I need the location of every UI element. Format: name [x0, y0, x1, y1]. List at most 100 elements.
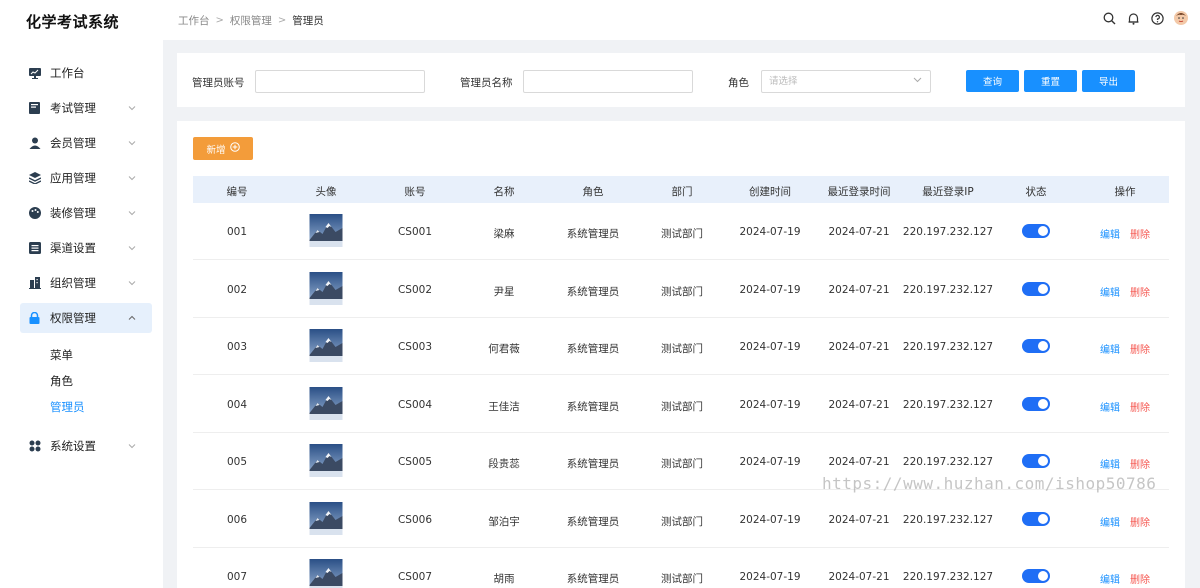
- sidebar-item-label: 组织管理: [50, 276, 96, 290]
- table-row: 001 CS001 梁麻 系统管理员 测试部门 2024-07-19 2024-07-21 2…: [193, 203, 1169, 260]
- sub-item-role[interactable]: 角色: [50, 373, 73, 389]
- column-header: 创建时间: [749, 186, 791, 198]
- cell-last-login: 2024-07-21: [828, 398, 890, 411]
- chevron-down-icon: [128, 139, 136, 147]
- sidebar-item-label: 应用管理: [50, 171, 96, 185]
- mountain-avatar-image: [309, 559, 343, 588]
- edit-link[interactable]: 编辑: [1100, 514, 1120, 529]
- delete-link[interactable]: 删除: [1130, 284, 1150, 299]
- cell-last-login: 2024-07-21: [828, 341, 890, 353]
- bell-icon[interactable]: [1126, 11, 1140, 25]
- delete-link[interactable]: 删除: [1130, 514, 1150, 529]
- query-button[interactable]: 查询: [966, 70, 1019, 92]
- cell-role: 系统管理员: [566, 458, 620, 470]
- status-toggle[interactable]: [1022, 224, 1050, 238]
- edit-link[interactable]: 编辑: [1100, 284, 1120, 299]
- edit-link[interactable]: 编辑: [1100, 226, 1120, 241]
- cell-name: 邹泊宇: [488, 515, 520, 528]
- user-icon: [28, 137, 41, 150]
- status-toggle[interactable]: [1022, 569, 1050, 583]
- chevron-down-icon: [128, 244, 136, 252]
- cell-ip: 220.197.232.127: [902, 571, 994, 583]
- layers-icon: [28, 172, 41, 185]
- avatar[interactable]: [1174, 11, 1188, 25]
- sub-item-admin[interactable]: 管理员: [50, 399, 85, 415]
- edit-link[interactable]: 编辑: [1100, 456, 1120, 471]
- grid-icon: [28, 440, 41, 453]
- breadcrumb: 工作台 > 权限管理 > 管理员: [178, 13, 324, 28]
- table-row: 002 CS002 尹星 系统管理员 测试部门 2024-07-19 2024-07-21 2…: [193, 261, 1169, 318]
- cell-last-login: 2024-07-21: [828, 513, 890, 526]
- chevron-down-icon: [128, 209, 136, 217]
- edit-link[interactable]: 编辑: [1100, 571, 1120, 586]
- cell-name: 何君薇: [488, 343, 520, 355]
- delete-link[interactable]: 删除: [1130, 456, 1150, 471]
- sidebar-item-decoration[interactable]: 装修管理: [20, 198, 152, 228]
- table-panel: 新增 编号 头像 账号 名称 角色 部门 创建时间 最近登录时间 最近登录IP …: [177, 121, 1185, 588]
- account-input[interactable]: [255, 70, 425, 93]
- sidebar-item-organization[interactable]: 组织管理: [20, 268, 152, 298]
- breadcrumb-item[interactable]: 权限管理: [230, 13, 272, 28]
- table-row: 004 CS004 王佳洁 系统管理员 测试部门 2024-07-19 2024-07-21…: [193, 376, 1169, 433]
- column-header: 最近登录IP: [922, 186, 974, 198]
- table-row: 003 CS003 何君薇 系统管理员 测试部门 2024-07-19 2024-07-21…: [193, 318, 1169, 375]
- sidebar-item-permission[interactable]: 权限管理: [20, 303, 152, 333]
- reset-button[interactable]: 重置: [1024, 70, 1077, 92]
- cell-id: 007: [226, 571, 248, 583]
- cell-name: 尹星: [493, 285, 515, 298]
- cell-ip: 220.197.232.127: [902, 398, 994, 411]
- sidebar-item-workbench[interactable]: 工作台: [20, 58, 152, 88]
- mountain-avatar-image: [309, 501, 343, 535]
- delete-link[interactable]: 删除: [1130, 399, 1150, 414]
- add-button[interactable]: 新增: [193, 137, 253, 160]
- sidebar-item-exam[interactable]: 考试管理: [20, 93, 152, 123]
- delete-link[interactable]: 删除: [1130, 226, 1150, 241]
- mountain-avatar-image: [309, 329, 343, 362]
- cell-account: CS007: [397, 571, 433, 583]
- palette-icon: [28, 207, 41, 220]
- column-header: 名称: [493, 186, 515, 198]
- cell-created: 2024-07-19: [739, 341, 801, 353]
- status-toggle[interactable]: [1022, 281, 1050, 296]
- column-header: 最近登录时间: [827, 186, 891, 198]
- status-toggle[interactable]: [1022, 454, 1050, 468]
- role-select[interactable]: 请选择: [761, 70, 931, 93]
- edit-link[interactable]: 编辑: [1100, 341, 1120, 356]
- cell-dept: 测试部门: [661, 458, 703, 470]
- cell-last-login: 2024-07-21: [828, 571, 890, 583]
- sidebar-item-label: 装修管理: [50, 206, 96, 220]
- export-button[interactable]: 导出: [1082, 70, 1135, 92]
- cell-account: CS004: [397, 398, 433, 411]
- delete-link[interactable]: 删除: [1130, 571, 1150, 586]
- sidebar-item-channel[interactable]: 渠道设置: [20, 233, 152, 263]
- cell-role: 系统管理员: [566, 400, 620, 413]
- status-toggle[interactable]: [1022, 396, 1050, 411]
- cell-ip: 220.197.232.127: [902, 513, 994, 526]
- sidebar-item-app[interactable]: 应用管理: [20, 163, 152, 193]
- edit-link[interactable]: 编辑: [1100, 399, 1120, 414]
- cell-created: 2024-07-19: [739, 398, 801, 411]
- chevron-down-icon: [128, 104, 136, 112]
- chevron-right-icon: >: [277, 15, 287, 26]
- cell-account: CS001: [397, 226, 433, 238]
- cell-dept: 测试部门: [661, 515, 703, 528]
- cell-dept: 测试部门: [661, 573, 703, 585]
- name-input[interactable]: [523, 70, 693, 93]
- list-icon: [28, 242, 41, 255]
- column-header: 操作: [1114, 186, 1136, 198]
- help-icon[interactable]: [1150, 11, 1164, 25]
- sidebar-item-system[interactable]: 系统设置: [20, 431, 152, 461]
- cell-dept: 测试部门: [661, 343, 703, 355]
- cell-name: 段贵蕊: [488, 458, 520, 470]
- column-header: 角色: [582, 186, 604, 198]
- status-toggle[interactable]: [1022, 339, 1050, 353]
- delete-link[interactable]: 删除: [1130, 341, 1150, 356]
- search-icon[interactable]: [1102, 11, 1116, 25]
- breadcrumb-item[interactable]: 工作台: [178, 13, 210, 28]
- status-toggle[interactable]: [1022, 511, 1050, 526]
- sub-item-menu[interactable]: 菜单: [50, 347, 73, 363]
- cell-role: 系统管理员: [566, 285, 620, 298]
- cell-id: 004: [226, 398, 248, 411]
- sidebar-item-member[interactable]: 会员管理: [20, 128, 152, 158]
- add-button-label: 新增: [206, 144, 226, 156]
